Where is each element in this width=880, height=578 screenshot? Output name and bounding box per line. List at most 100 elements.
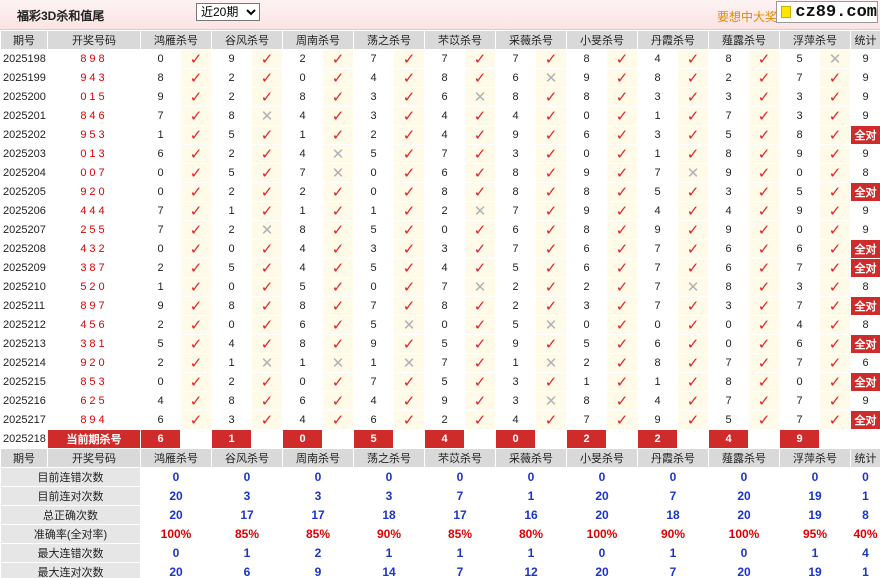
check-icon: ✓ [322,220,354,240]
kill-number-cell: 9 [140,87,181,107]
check-icon: ✓ [748,391,780,411]
cross-icon: ✕ [251,106,283,126]
kill-number-cell: 3 [637,125,678,145]
stat-cell: 9 [850,68,880,88]
kill-number-cell: 1 [282,201,323,221]
check-icon: ✓ [606,353,638,373]
header-expert-3: 周南杀号 [282,448,354,468]
kill-number-cell: 5 [140,334,181,354]
check-icon: ✓ [535,49,567,69]
kill-number-cell: 7 [353,49,394,69]
cross-icon: ✕ [464,201,496,221]
check-icon: ✓ [322,296,354,316]
check-icon: ✓ [464,410,496,430]
kill-number-cell: 0 [353,163,394,183]
check-icon: ✓ [677,353,709,373]
kill-number-cell: 8 [211,296,252,316]
summary-value: 7 [424,562,496,578]
summary-value: 20 [566,486,638,506]
check-icon: ✓ [535,334,567,354]
draw-number-cell: 013 [47,144,141,164]
table-header: 期号 开奖号码 鸿雁杀号 谷风杀号 周南杀号 荡之杀号 芣苡杀号 采薇杀号 小旻杀号 丹霞杀号 薤露… [0,30,880,50]
kill-number-cell: 7 [637,277,678,297]
summary-value: 3 [353,486,425,506]
draw-number-cell: 625 [47,391,141,411]
kill-number-cell: 6 [566,125,607,145]
page-title: 福彩3D杀和值尾 [17,9,105,23]
draw-number-cell: 255 [47,220,141,240]
draw-number-cell: 381 [47,334,141,354]
kill-number-cell: 5 [495,258,536,278]
check-icon: ✓ [180,239,212,259]
summary-value: 14 [353,562,425,578]
period-cell: 2025205 [0,182,48,202]
kill-number-cell: 7 [779,258,820,278]
period-cell: 2025198 [0,49,48,69]
check-icon: ✓ [393,410,425,430]
check-icon: ✓ [322,372,354,392]
kill-number-cell: 8 [282,296,323,316]
check-icon: ✓ [606,144,638,164]
check-icon: ✓ [535,296,567,316]
header-expert-6: 采薇杀号 [495,30,567,50]
kill-number-cell: 2 [211,87,252,107]
current-kill-spacer [819,429,851,449]
kill-number-cell: 1 [140,125,181,145]
check-icon: ✓ [535,277,567,297]
check-icon: ✓ [606,163,638,183]
kill-number-cell: 0 [779,220,820,240]
kill-number-cell: 0 [566,315,607,335]
kill-number-cell: 0 [779,163,820,183]
period-cell: 2025207 [0,220,48,240]
check-icon: ✓ [322,68,354,88]
kill-number-cell: 5 [424,334,465,354]
kill-number-cell: 9 [779,201,820,221]
current-kill-number: 1 [211,429,252,449]
check-icon: ✓ [748,201,780,221]
check-icon: ✓ [748,372,780,392]
table-row: 2025203 013 6 ✓ 2 ✓ 4 ✕ 5 ✓ 7 ✓ 3 ✓ 0 ✓ 1 ✓ 8 ✓ 9 ✓ 9 [0,144,880,164]
kill-number-cell: 3 [353,239,394,259]
kill-number-cell: 3 [637,87,678,107]
summary-row: 最大连错次数 0 1 2 1 1 1 0 1 0 1 4 [0,543,880,563]
kill-number-cell: 4 [495,106,536,126]
promo-text[interactable]: 要想中大奖 [717,8,777,25]
summary-stat: 4 [850,543,880,563]
check-icon: ✓ [180,49,212,69]
summary-value: 7 [637,562,709,578]
table-row: 2025201 846 7 ✓ 8 ✕ 4 ✓ 3 ✓ 4 ✓ 4 ✓ 0 ✓ 1 ✓ 7 ✓ 3 ✓ 9 [0,106,880,126]
check-icon: ✓ [677,315,709,335]
kill-number-cell: 0 [566,144,607,164]
summary-value: 0 [566,543,638,563]
kill-number-cell: 3 [779,87,820,107]
check-icon: ✓ [393,144,425,164]
kill-number-cell: 3 [495,144,536,164]
draw-number-cell: 387 [47,258,141,278]
draw-number-cell: 007 [47,163,141,183]
check-icon: ✓ [180,220,212,240]
period-cell: 2025209 [0,258,48,278]
kill-number-cell: 6 [637,334,678,354]
summary-value: 3 [282,486,354,506]
check-icon: ✓ [748,258,780,278]
kill-number-cell: 5 [211,163,252,183]
period-range-select[interactable]: 近20期 [196,3,260,21]
kill-number-cell: 7 [424,277,465,297]
kill-number-cell: 4 [779,315,820,335]
site-logo[interactable]: cz89.com [776,1,878,23]
check-icon: ✓ [322,334,354,354]
check-icon: ✓ [748,410,780,430]
kill-number-cell: 0 [779,372,820,392]
kill-number-cell: 8 [282,87,323,107]
check-icon: ✓ [819,296,851,316]
table-row: 2025206 444 7 ✓ 1 ✓ 1 ✓ 1 ✓ 2 ✕ 7 ✓ 9 ✓ 4 ✓ 4 ✓ 9 ✓ 9 [0,201,880,221]
check-icon: ✓ [322,49,354,69]
kill-number-cell: 0 [353,182,394,202]
check-icon: ✓ [393,87,425,107]
check-icon: ✓ [535,239,567,259]
summary-value: 0 [566,467,638,487]
summary-value: 1 [779,543,851,563]
cross-icon: ✕ [393,315,425,335]
kill-number-cell: 0 [140,182,181,202]
check-icon: ✓ [251,410,283,430]
